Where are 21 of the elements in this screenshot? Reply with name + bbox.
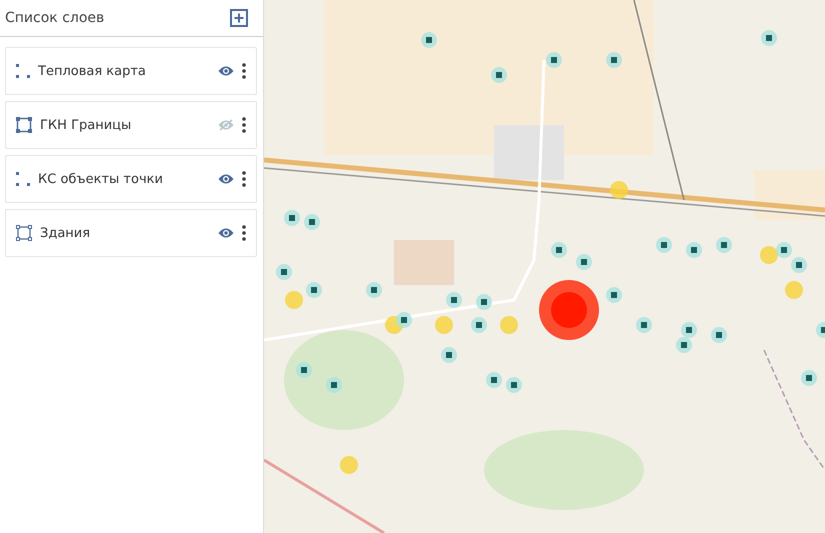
layer-item[interactable]: Тепловая карта (5, 47, 257, 95)
panel-title: Список слоев (5, 10, 104, 26)
more-icon[interactable] (242, 63, 246, 79)
points-icon (16, 64, 30, 78)
add-icon[interactable] (230, 9, 248, 27)
eye-icon[interactable] (218, 173, 234, 185)
more-icon[interactable] (242, 117, 246, 133)
layer-name: Здания (40, 226, 92, 240)
layer-item[interactable]: Здания (5, 209, 257, 257)
layer-item[interactable]: ГКН Границы (5, 101, 257, 149)
layer-name: Тепловая карта (38, 64, 147, 78)
polygon-icon (16, 225, 32, 241)
points-icon (16, 172, 30, 186)
layer-name: ГКН Границы (40, 118, 132, 132)
layer-item[interactable]: КС объекты точки (5, 155, 257, 203)
more-icon[interactable] (242, 225, 246, 241)
layer-name: КС объекты точки (38, 172, 164, 186)
eye-icon[interactable] (218, 65, 234, 77)
more-icon[interactable] (242, 171, 246, 187)
polygon-icon (16, 117, 32, 133)
eye-icon[interactable] (218, 227, 234, 239)
